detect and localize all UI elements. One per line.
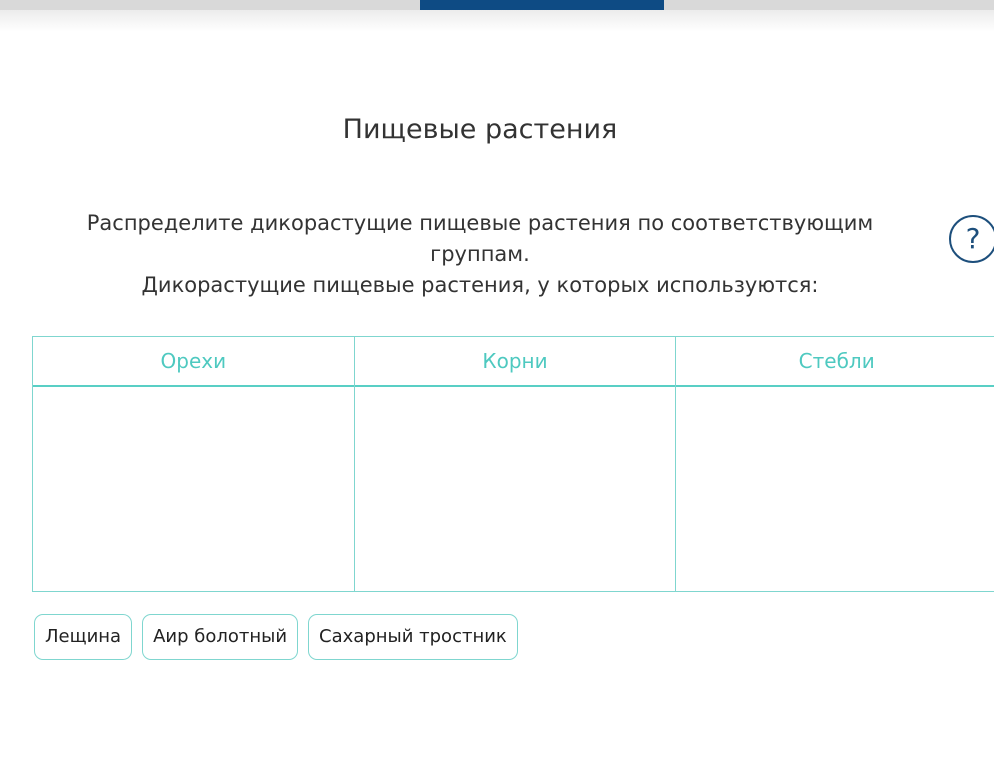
instruction-line-2: Дикорастущие пищевые растения, у которых… <box>141 273 819 297</box>
question-circle-icon: ? <box>965 222 981 255</box>
group-dropzone-stems[interactable] <box>676 387 994 591</box>
draggable-items: Лещина Аир болотный Сахарный тростник <box>34 614 518 660</box>
group-stems: Стебли <box>676 337 994 591</box>
help-button[interactable]: ? <box>949 215 994 263</box>
group-dropzone-nuts[interactable] <box>33 387 354 591</box>
instruction-line-1: Распределите дикорастущие пищевые растен… <box>86 211 874 266</box>
active-tab-indicator[interactable] <box>420 0 664 10</box>
page-title: Пищевые растения <box>342 114 618 145</box>
group-header-nuts: Орехи <box>33 337 354 387</box>
group-dropzone-roots[interactable] <box>355 387 676 591</box>
page: Пищевые растения Распределите дикорастущ… <box>0 0 994 763</box>
item-chip-hazel[interactable]: Лещина <box>34 614 133 660</box>
groups-table: Орехи Корни Стебли <box>32 336 994 592</box>
task-instructions: Распределите дикорастущие пищевые растен… <box>40 208 920 301</box>
group-header-stems: Стебли <box>676 337 994 387</box>
top-bar-shadow <box>0 10 994 32</box>
item-chip-sugarcane[interactable]: Сахарный тростник <box>308 614 518 660</box>
group-header-roots: Корни <box>354 337 676 387</box>
group-roots: Корни <box>354 337 677 591</box>
item-chip-sweet-flag[interactable]: Аир болотный <box>142 614 299 660</box>
group-nuts: Орехи <box>33 337 355 591</box>
